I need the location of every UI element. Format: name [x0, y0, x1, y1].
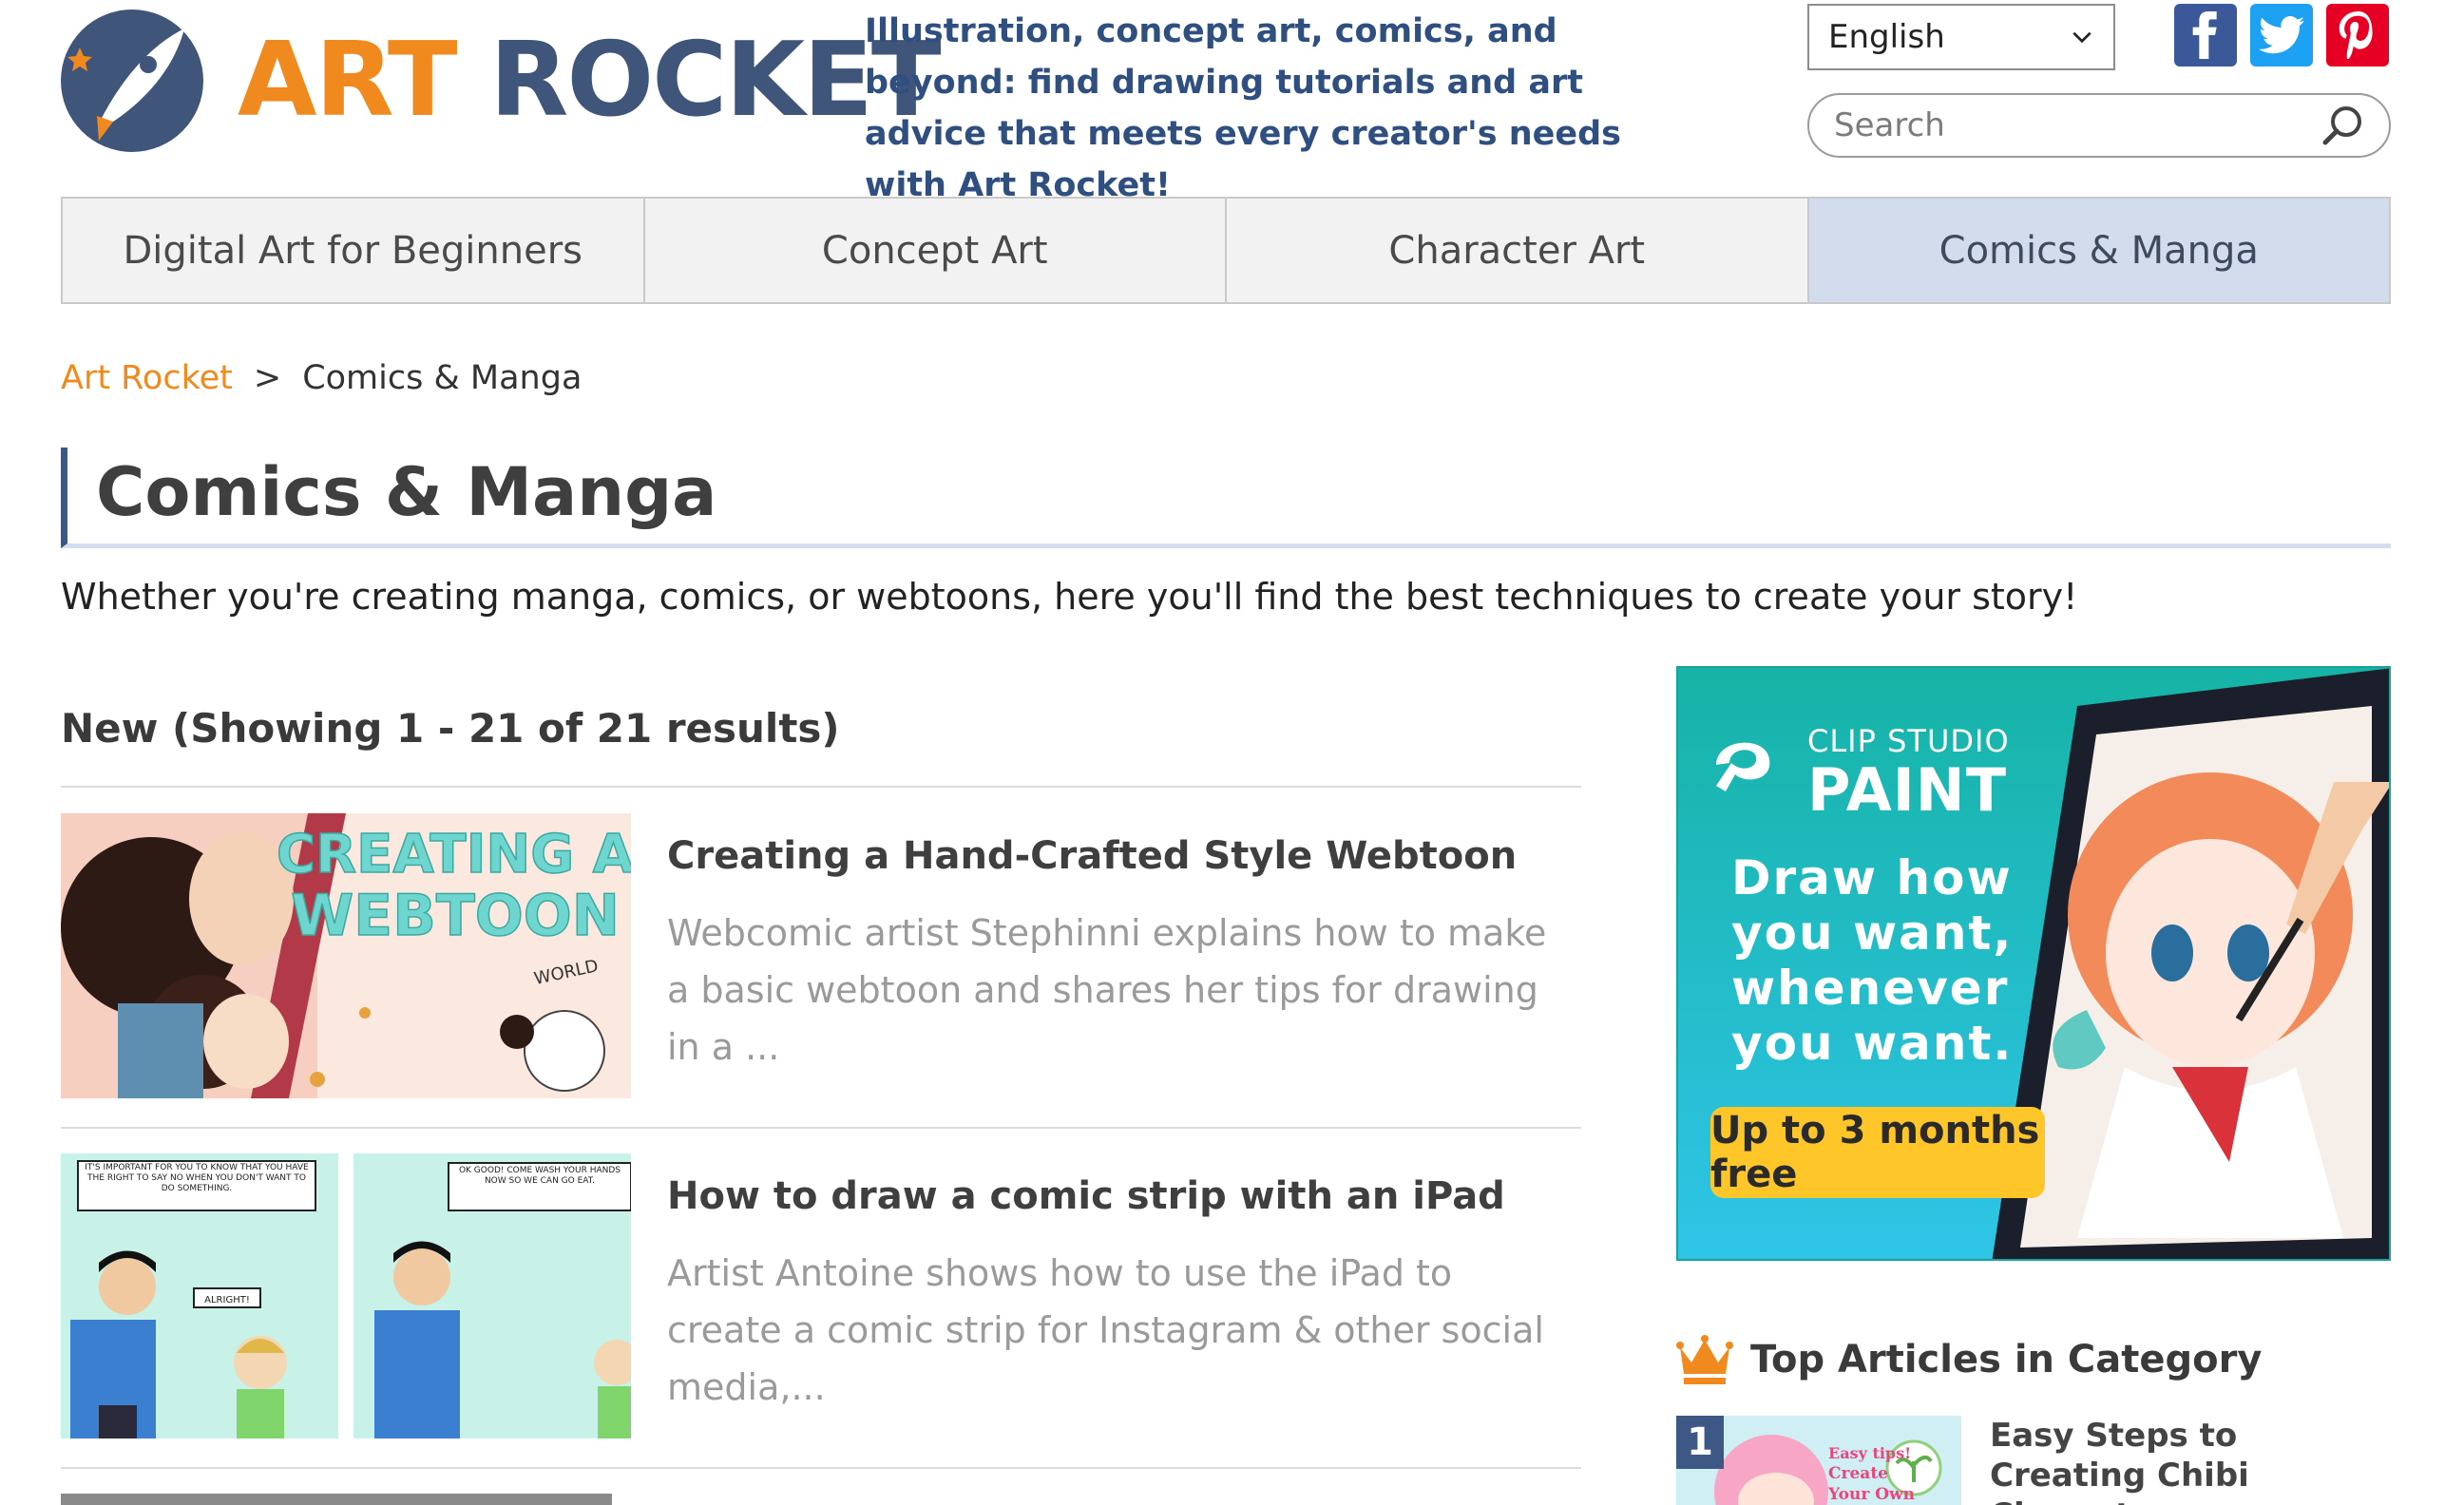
webtoon-thumbnail-image: CREATING A WEBTOON WORLD: [61, 813, 631, 1098]
ad-brand-main: PAINT: [1807, 755, 2007, 825]
article-description: Artist Antoine shows how to use the iPad…: [667, 1252, 1544, 1408]
tab-digital-art-for-beginners[interactable]: Digital Art for Beginners: [63, 199, 645, 302]
facebook-icon: [2192, 11, 2217, 59]
top-article-title[interactable]: Easy Steps to Creating Chibi Characters: [1990, 1416, 2389, 1505]
thumb-text-creating: CREATING A: [277, 824, 631, 886]
tab-character-art[interactable]: Character Art: [1227, 199, 1809, 302]
clip-studio-ad[interactable]: CLIP STUDIO PAINT Draw how you want, whe…: [1676, 666, 2391, 1261]
comic-strip-thumbnail-image: IT'S IMPORTANT FOR YOU TO KNOW THAT YOU …: [61, 1153, 631, 1438]
divider: [61, 1467, 1581, 1469]
article-thumbnail[interactable]: IT'S IMPORTANT FOR YOU TO KNOW THAT YOU …: [61, 1153, 631, 1438]
divider: [61, 786, 1581, 788]
crown-icon: [1676, 1335, 1733, 1384]
chevron-down-icon: [2072, 31, 2092, 44]
site-logo[interactable]: ART ROCKET: [61, 10, 942, 152]
site-logo-text: ART ROCKET: [238, 29, 942, 132]
ad-headline-line: Draw how: [1731, 850, 2013, 905]
page-title-block: Comics & Manga: [61, 448, 2391, 548]
breadcrumb: Art Rocket > Comics & Manga: [61, 359, 582, 397]
breadcrumb-separator: >: [253, 359, 282, 397]
article-thumbnail[interactable]: CREATING A WEBTOON WORLD: [61, 813, 631, 1098]
article-title[interactable]: How to draw a comic strip with an iPad: [667, 1174, 1505, 1218]
ad-headline-line: you want,: [1731, 905, 2014, 961]
twitter-icon: [2259, 16, 2304, 54]
chibi-thumb-text-3: Your Own: [1827, 1485, 1915, 1504]
search-icon[interactable]: [2321, 104, 2364, 147]
rank-badge: 1: [1676, 1416, 1724, 1469]
ad-headline-line: whenever: [1731, 961, 2010, 1016]
page-title: Comics & Manga: [96, 453, 717, 531]
clip-studio-logo-icon: [1716, 742, 1770, 791]
search-box[interactable]: [1807, 93, 2391, 158]
twitter-button[interactable]: [2250, 4, 2313, 67]
ad-brand-top: CLIP STUDIO: [1807, 723, 2010, 759]
category-intro: Whether you're creating manga, comics, o…: [61, 576, 2078, 618]
category-nav: Digital Art for Beginners Concept Art Ch…: [61, 197, 2391, 304]
thumb-text-webtoon: WEBTOON: [291, 883, 620, 949]
ad-headline-line: you want.: [1731, 1016, 2014, 1071]
top-article-thumbnail[interactable]: Easy tips! Create Your Own 1: [1676, 1416, 1961, 1505]
results-heading: New (Showing 1 - 21 of 21 results): [61, 705, 840, 752]
article-card[interactable]: CREATING A WEBTOON WORLD Creating a Hand…: [61, 813, 1581, 1098]
comic-bubble-1: IT'S IMPORTANT FOR YOU TO KNOW THAT YOU …: [85, 1163, 309, 1193]
chibi-thumb-text-1: Easy tips!: [1828, 1444, 1911, 1462]
search-input[interactable]: [1834, 106, 2321, 144]
top-article-item[interactable]: Easy tips! Create Your Own 1 Easy Steps …: [1676, 1416, 2391, 1505]
language-selected: English: [1828, 18, 1945, 56]
divider: [61, 1127, 1581, 1129]
breadcrumb-current: Comics & Manga: [302, 359, 583, 397]
top-articles-heading: Top Articles in Category: [1676, 1334, 2262, 1385]
comic-bubble-2: ALRIGHT!: [204, 1295, 250, 1305]
logo-word-art: ART: [238, 21, 458, 140]
article-thumbnail-partial[interactable]: [61, 1494, 612, 1505]
pinterest-icon: [2339, 11, 2373, 59]
rocket-logo-icon: [61, 10, 203, 152]
article-card[interactable]: IT'S IMPORTANT FOR YOU TO KNOW THAT YOU …: [61, 1153, 1581, 1438]
pinterest-button[interactable]: [2326, 4, 2389, 67]
facebook-button[interactable]: [2174, 4, 2237, 67]
article-description: Webcomic artist Stephinni explains how t…: [667, 912, 1547, 1068]
comic-bubble-3: OK GOOD! COME WASH YOUR HANDS NOW SO WE …: [458, 1166, 621, 1186]
chibi-thumb-text-2: Create: [1828, 1464, 1888, 1483]
article-title[interactable]: Creating a Hand-Crafted Style Webtoon: [667, 834, 1517, 878]
breadcrumb-home-link[interactable]: Art Rocket: [61, 359, 233, 397]
tab-comics-manga[interactable]: Comics & Manga: [1808, 199, 2389, 302]
tab-concept-art[interactable]: Concept Art: [644, 199, 1227, 302]
site-tagline: Illustration, concept art, comics, and b…: [865, 12, 1621, 204]
ad-cta-button[interactable]: Up to 3 months free: [1710, 1107, 2045, 1198]
top-articles-title: Top Articles in Category: [1750, 1338, 2263, 1381]
language-select[interactable]: English: [1807, 4, 2115, 70]
